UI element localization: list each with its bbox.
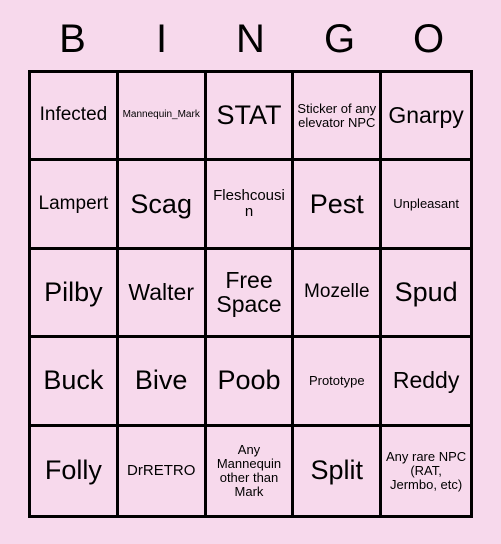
bingo-cell-r2-c0[interactable]: Pilby [31, 249, 119, 339]
bingo-cell-r1-c2[interactable]: Fleshcousin [206, 161, 295, 250]
bingo-cell-label: STAT [216, 100, 282, 131]
bingo-cell-r1-c3[interactable]: Pest [294, 161, 383, 250]
bingo-cell-r4-c4[interactable]: Any rare NPC (RAT, Jermbo, etc) [382, 426, 470, 515]
bingo-cell-r2-c3[interactable]: Mozelle [294, 249, 383, 339]
bingo-cell-label: Pest [309, 188, 364, 219]
bingo-cell-r0-c1[interactable]: Mannequin_Mark [118, 73, 207, 162]
bingo-cell-r3-c1[interactable]: Bive [118, 338, 207, 427]
bingo-cell-label: Fleshcousin [213, 186, 285, 221]
bingo-cell-label: Scag [130, 188, 192, 219]
bingo-cell-label: Mozelle [304, 281, 370, 303]
bingo-cell-label: Any Mannequin other than Mark [216, 441, 282, 499]
bingo-header: BINGO [28, 14, 473, 64]
bingo-cell-r3-c2[interactable]: Poob [206, 338, 295, 427]
bingo-cell-label: Buck [43, 365, 104, 396]
bingo-cell-r4-c3[interactable]: Split [294, 426, 383, 515]
bingo-cell-r0-c0[interactable]: Infected [31, 73, 119, 162]
bingo-header-letter-2: N [236, 17, 265, 61]
bingo-cell-label: Infected [39, 104, 108, 126]
bingo-header-letter-0: B [59, 17, 86, 61]
bingo-cell-r4-c0[interactable]: Folly [31, 426, 119, 515]
bingo-header-letter-3: G [323, 17, 356, 61]
bingo-cell-label: Reddy [392, 367, 460, 394]
bingo-cell-label: Walter [128, 279, 194, 306]
bingo-cell-label: Gnarpy [388, 102, 464, 129]
bingo-cell-label: DrRETRO [127, 461, 196, 479]
bingo-cell-label: Pilby [44, 276, 103, 307]
bingo-cell-r2-c4[interactable]: Spud [382, 249, 470, 339]
bingo-cell-r1-c0[interactable]: Lampert [31, 161, 119, 250]
bingo-header-letter-1: I [155, 17, 168, 61]
bingo-cell-label: Mannequin_Mark [122, 109, 200, 121]
bingo-cell-label: Spud [394, 276, 458, 307]
bingo-cell-r3-c0[interactable]: Buck [31, 338, 119, 427]
bingo-grid: Infected Mannequin_Mark STAT Sticker of any… [28, 70, 473, 518]
bingo-cell-label: Unpleasant [393, 196, 459, 212]
bingo-card: B I N G O Infected Mannequin_Mark STAT Sticker … [0, 0, 501, 544]
bingo-cell-label: Poob [217, 365, 281, 396]
bingo-cell-r3-c4[interactable]: Reddy [382, 338, 470, 427]
bingo-header-letter-4: O [412, 17, 445, 61]
bingo-cell-label: Lampert [38, 192, 109, 214]
bingo-cell-label: Free Space [216, 267, 282, 318]
bingo-cell-r0-c4[interactable]: Gnarpy [382, 73, 470, 162]
bingo-cell-label: Bive [134, 365, 188, 396]
bingo-cell-label: Any rare NPC (RAT, Jermbo, etc) [385, 448, 467, 492]
bingo-cell-label: Split [310, 455, 364, 486]
bingo-cell-label: Prototype [308, 372, 365, 388]
bingo-cell-r1-c1[interactable]: Scag [118, 161, 207, 250]
bingo-cell-r3-c3[interactable]: Prototype [294, 338, 383, 427]
bingo-cell-r1-c4[interactable]: Unpleasant [382, 161, 470, 250]
bingo-cell-label: Folly [44, 455, 102, 486]
bingo-cell-free-space[interactable]: Free Space [206, 249, 295, 339]
bingo-cell-r4-c2[interactable]: Any Mannequin other than Mark [206, 426, 295, 515]
bingo-cell-r4-c1[interactable]: DrRETRO [118, 426, 207, 515]
bingo-cell-r0-c2[interactable]: STAT [206, 73, 295, 162]
bingo-cell-r2-c1[interactable]: Walter [118, 249, 207, 339]
bingo-cell-label: Sticker of any elevator NPC [297, 100, 377, 130]
bingo-cell-r0-c3[interactable]: Sticker of any elevator NPC [294, 73, 383, 162]
